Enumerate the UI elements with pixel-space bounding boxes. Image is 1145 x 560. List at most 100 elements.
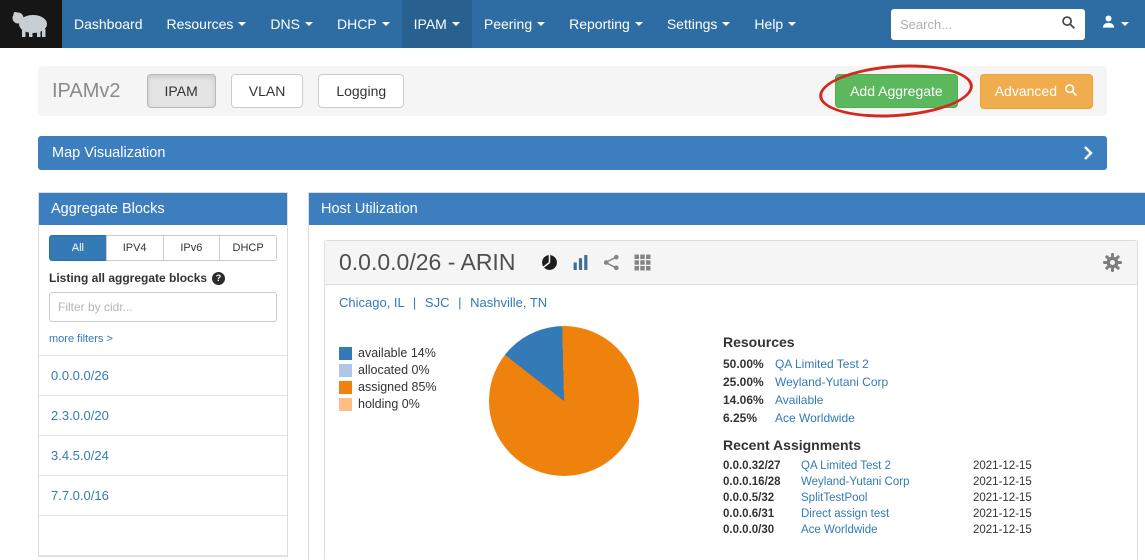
tab-logging[interactable]: Logging	[318, 74, 404, 108]
list-item[interactable]	[39, 516, 287, 556]
tab-ipam[interactable]: IPAM	[147, 74, 216, 108]
table-row: 0.0.0.0/30Ace Worldwide2021-12-15	[723, 524, 1123, 536]
location-breadcrumb: Chicago, IL | SJC | Nashville, TN	[325, 285, 1137, 312]
caret-down-icon	[1121, 22, 1129, 26]
legend-item: holding 0%	[339, 397, 487, 411]
aggregate-blocks-panel: Aggregate Blocks All IPV4 IPv6 DHCP List…	[38, 192, 288, 557]
search-button[interactable]	[1051, 9, 1085, 40]
assignment-date: 2021-12-15	[973, 508, 1032, 520]
nav-label: DHCP	[337, 16, 377, 32]
caret-down-icon	[722, 22, 730, 26]
gear-icon[interactable]	[1102, 252, 1123, 273]
caret-down-icon	[635, 22, 643, 26]
assignment-date: 2021-12-15	[973, 476, 1032, 488]
location-link[interactable]: Chicago, IL	[339, 295, 404, 310]
tab-vlan[interactable]: VLAN	[231, 74, 304, 108]
nav-label: DNS	[270, 16, 300, 32]
legend-swatch	[339, 398, 352, 411]
assignment-cidr: 0.0.0.6/31	[723, 508, 801, 520]
host-utilization-header: Host Utilization	[309, 193, 1145, 225]
recent-assignments-title: Recent Assignments	[723, 437, 1123, 453]
resource-link[interactable]: Ace Worldwide	[775, 411, 855, 425]
bar-chart-icon[interactable]	[572, 254, 589, 271]
nav-item-reporting[interactable]: Reporting	[557, 0, 655, 48]
resource-percent: 14.06%	[723, 393, 775, 407]
aggregate-block-list: 0.0.0.0/26 2.3.0.0/20 3.4.5.0/24 7.7.0.0…	[39, 355, 287, 556]
utilization-stats: Resources 50.00%QA Limited Test 2 25.00%…	[723, 322, 1123, 540]
caret-down-icon	[452, 22, 460, 26]
nav-item-dhcp[interactable]: DHCP	[325, 0, 402, 48]
question-circle-icon[interactable]: ?	[212, 272, 225, 285]
nav-label: Help	[754, 16, 783, 32]
search-icon	[1061, 15, 1076, 33]
legend-item: available 14%	[339, 346, 487, 360]
cidr-filter-input[interactable]	[49, 292, 277, 322]
legend-swatch	[339, 381, 352, 394]
assignment-link[interactable]: Ace Worldwide	[801, 524, 973, 536]
navbar-search	[891, 0, 1085, 48]
list-item[interactable]: 3.4.5.0/24	[39, 436, 287, 476]
assignment-date: 2021-12-15	[973, 524, 1032, 536]
legend-label: allocated 0%	[358, 363, 430, 377]
table-row: 0.0.0.16/28Weyland-Yutani Corp2021-12-15	[723, 476, 1123, 488]
utilization-chart-row: available 14% allocated 0% assigned 85% …	[325, 312, 1137, 560]
list-item[interactable]: 2.3.0.0/20	[39, 396, 287, 436]
user-menu[interactable]	[1085, 0, 1145, 48]
filter-tab-dhcp[interactable]: DHCP	[219, 235, 277, 261]
location-link[interactable]: SJC	[425, 295, 450, 310]
listing-label-text: Listing all aggregate blocks	[49, 271, 207, 285]
search-input[interactable]	[891, 9, 1051, 40]
top-navbar: Dashboard Resources DNS DHCP IPAM Peerin…	[0, 0, 1145, 48]
location-separator: |	[413, 295, 416, 310]
assignment-cidr: 0.0.0.0/30	[723, 524, 801, 536]
content-area: Aggregate Blocks All IPV4 IPv6 DHCP List…	[38, 192, 1107, 560]
nav-label: Settings	[667, 16, 718, 32]
block-detail-subpanel: 0.0.0.0/26 - ARIN	[324, 240, 1138, 560]
nav-item-ipam[interactable]: IPAM	[402, 0, 472, 48]
share-icon[interactable]	[603, 254, 620, 271]
assignment-link[interactable]: SplitTestPool	[801, 492, 973, 504]
assignment-link[interactable]: QA Limited Test 2	[801, 460, 973, 472]
assignment-link[interactable]: Direct assign test	[801, 508, 973, 520]
map-visualization-title: Map Visualization	[52, 145, 165, 161]
resources-title: Resources	[723, 334, 1123, 350]
resource-row: 6.25%Ace Worldwide	[723, 411, 1123, 425]
nav-item-dns[interactable]: DNS	[258, 0, 325, 48]
caret-down-icon	[305, 22, 313, 26]
location-link[interactable]: Nashville, TN	[470, 295, 547, 310]
nav-label: Resources	[167, 16, 234, 32]
toolbar-actions: Add Aggregate Advanced	[835, 74, 1093, 109]
list-item[interactable]: 7.7.0.0/16	[39, 476, 287, 516]
assignment-date: 2021-12-15	[973, 492, 1032, 504]
map-visualization-bar[interactable]: Map Visualization	[38, 136, 1107, 170]
nav-item-dashboard[interactable]: Dashboard	[62, 0, 155, 48]
app-root: Dashboard Resources DNS DHCP IPAM Peerin…	[0, 0, 1145, 560]
nav-item-peering[interactable]: Peering	[472, 0, 557, 48]
more-filters-link[interactable]: more filters >	[49, 333, 113, 345]
filter-tab-all[interactable]: All	[49, 235, 107, 261]
pie-legend: available 14% allocated 0% assigned 85% …	[339, 346, 487, 540]
advanced-label: Advanced	[995, 83, 1057, 99]
resource-link[interactable]: Weyland-Yutani Corp	[775, 375, 888, 389]
assignment-cidr: 0.0.0.32/27	[723, 460, 801, 472]
assignment-link[interactable]: Weyland-Yutani Corp	[801, 476, 973, 488]
filter-tab-ipv4[interactable]: IPV4	[106, 235, 164, 261]
legend-item: assigned 85%	[339, 380, 487, 394]
table-row: 0.0.0.32/27QA Limited Test 22021-12-15	[723, 460, 1123, 472]
nav-item-settings[interactable]: Settings	[655, 0, 743, 48]
resource-link[interactable]: Available	[775, 393, 823, 407]
advanced-button[interactable]: Advanced	[980, 74, 1093, 109]
pie-chart-icon[interactable]	[541, 254, 558, 271]
nav-item-help[interactable]: Help	[742, 0, 808, 48]
nav-menu: Dashboard Resources DNS DHCP IPAM Peerin…	[62, 0, 808, 48]
host-utilization-body: 0.0.0.0/26 - ARIN	[309, 225, 1145, 560]
app-logo[interactable]	[0, 0, 62, 48]
add-aggregate-button[interactable]: Add Aggregate	[835, 74, 958, 108]
list-item[interactable]: 0.0.0.0/26	[39, 356, 287, 396]
resource-link[interactable]: QA Limited Test 2	[775, 357, 869, 371]
nav-item-resources[interactable]: Resources	[155, 0, 259, 48]
grid-icon[interactable]	[634, 254, 651, 271]
table-row: 0.0.0.6/31Direct assign test2021-12-15	[723, 508, 1123, 520]
resource-row: 50.00%QA Limited Test 2	[723, 357, 1123, 371]
filter-tab-ipv6[interactable]: IPv6	[163, 235, 221, 261]
